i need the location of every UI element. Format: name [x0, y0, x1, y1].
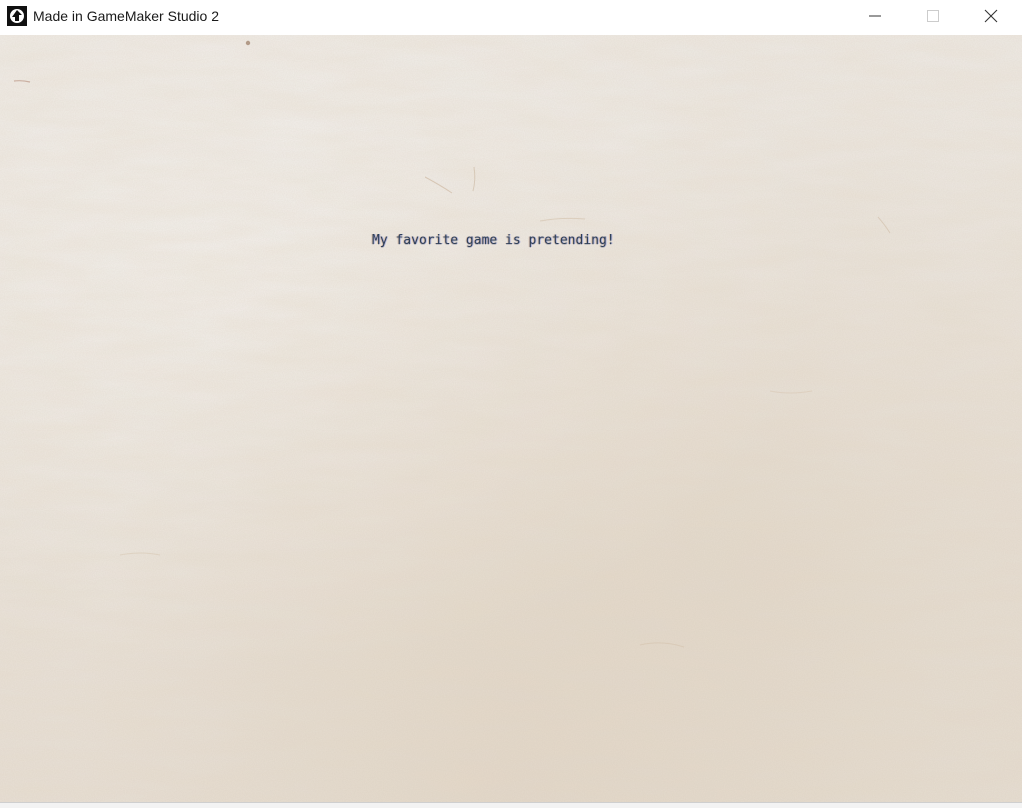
close-icon [984, 9, 998, 23]
game-window: Made in GameMaker Studio 2 My favorite g… [0, 0, 1022, 808]
close-button[interactable] [962, 0, 1020, 32]
window-title: Made in GameMaker Studio 2 [33, 8, 219, 24]
minimize-button[interactable] [846, 0, 904, 32]
window-bottom-edge [0, 802, 1022, 808]
game-canvas[interactable]: My favorite game is pretending! [0, 35, 1022, 802]
maximize-icon [927, 10, 939, 22]
dialog-text: My favorite game is pretending! [372, 233, 615, 248]
maximize-button[interactable] [904, 0, 962, 32]
title-bar[interactable]: Made in GameMaker Studio 2 [0, 0, 1022, 32]
gamemaker-logo-icon [7, 6, 27, 26]
minimize-icon [869, 15, 881, 17]
paper-texture [0, 35, 1022, 802]
